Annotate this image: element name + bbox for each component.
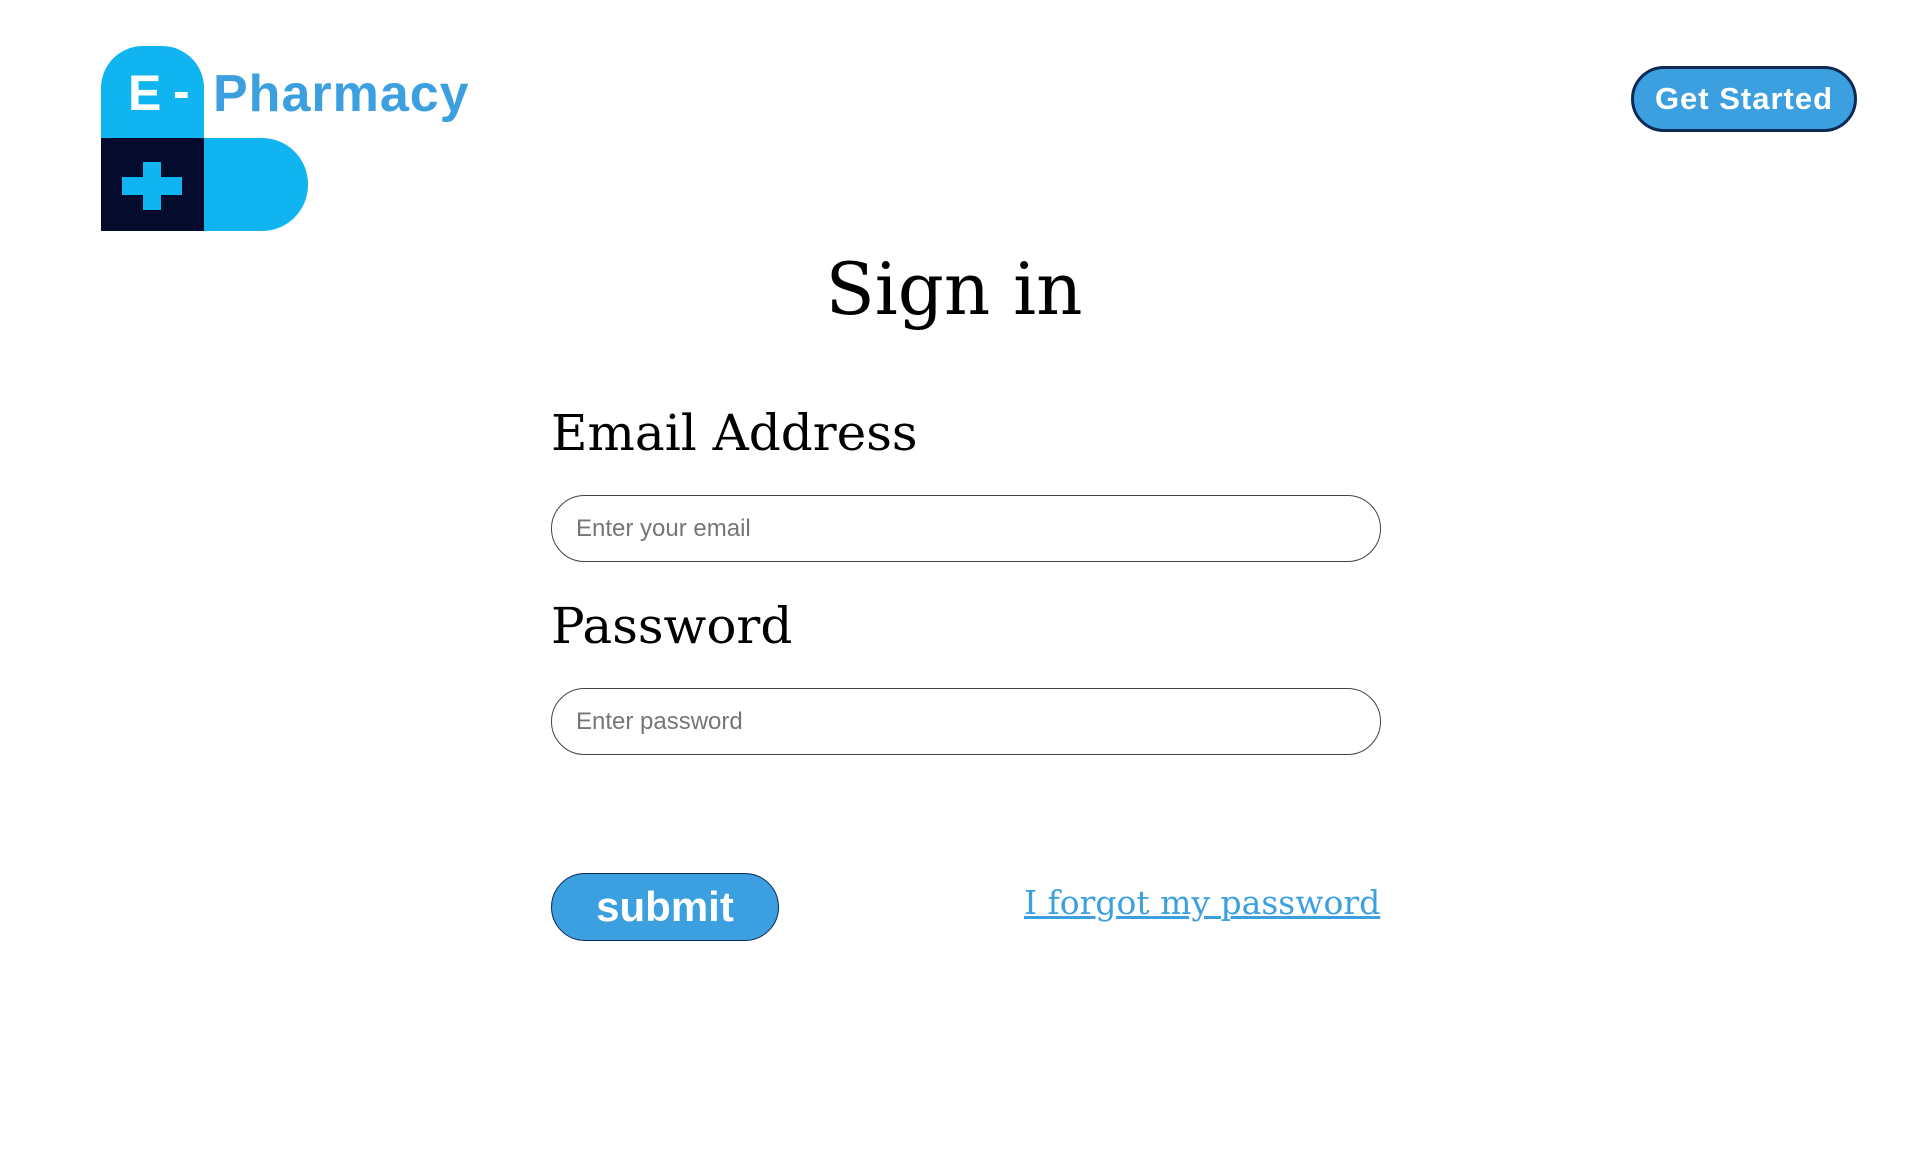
- medical-cross-icon-bar: [122, 177, 182, 195]
- logo: E - Pharmacy: [101, 46, 501, 231]
- password-field[interactable]: [551, 688, 1381, 755]
- password-label: Password: [551, 597, 793, 655]
- logo-name: Pharmacy: [213, 65, 470, 123]
- email-label: Email Address: [551, 404, 918, 462]
- logo-pill-end: [204, 138, 308, 231]
- logo-cross-block: [101, 138, 204, 231]
- email-field[interactable]: [551, 495, 1381, 562]
- logo-dash: -: [173, 63, 190, 119]
- submit-button[interactable]: submit: [551, 873, 779, 941]
- page-title: Sign in: [825, 247, 1083, 331]
- logo-letter: E: [128, 65, 162, 121]
- get-started-button[interactable]: Get Started: [1631, 66, 1857, 132]
- forgot-password-link[interactable]: I forgot my password: [1024, 883, 1380, 922]
